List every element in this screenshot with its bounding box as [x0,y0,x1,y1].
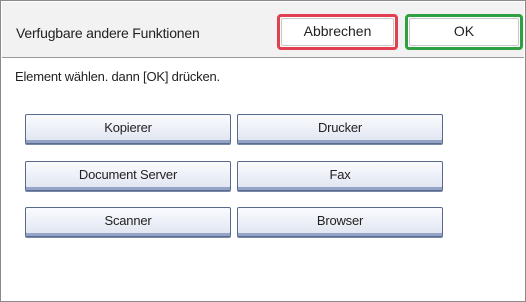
function-button-drucker[interactable]: Drucker [237,114,443,144]
cancel-button-label: Abbrechen [281,18,394,46]
function-button-scanner[interactable]: Scanner [25,207,231,237]
function-button-fax[interactable]: Fax [237,161,443,191]
ok-button[interactable]: OK [405,14,523,50]
function-button-document-server[interactable]: Document Server [25,161,231,191]
ok-button-label: OK [409,18,519,46]
function-button-kopierer[interactable]: Kopierer [25,114,231,144]
instruction-text: Element wählen. dann [OK] drücken. [15,69,220,84]
dialog-title: Verfugbare andere Funktionen [16,25,200,41]
cancel-button[interactable]: Abbrechen [277,14,398,50]
function-button-browser[interactable]: Browser [237,207,443,237]
dialog-screen: Verfugbare andere Funktionen Abbrechen O… [0,0,526,302]
dialog-header: Verfugbare andere Funktionen Abbrechen O… [2,2,524,58]
